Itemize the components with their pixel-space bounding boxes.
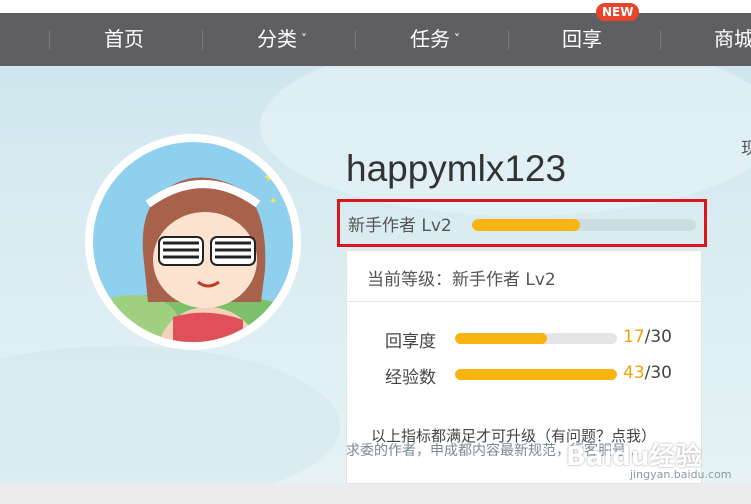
level-label: 新手作者 Lv2 <box>348 216 452 236</box>
stat-value-share: 17/30 <box>623 327 672 347</box>
stat-bar-fill <box>455 369 617 380</box>
level-highlight-box[interactable]: 新手作者 Lv2 <box>337 199 707 247</box>
nav-item-tasks[interactable]: 任务 ˅ <box>410 13 460 66</box>
chevron-down-icon: ˅ <box>454 32 460 46</box>
top-nav: 首页 分类 ˅ 任务 ˅ 回享 商城 <box>0 13 751 66</box>
nav-item-category[interactable]: 分类 ˅ <box>257 13 307 66</box>
nav-separator <box>202 30 203 50</box>
right-edge-text: 现 <box>741 139 751 159</box>
stat-total: /30 <box>644 363 672 383</box>
nav-item-mall[interactable]: 商城 <box>714 13 751 66</box>
current-level-text: 当前等级：新手作者 Lv2 <box>367 270 556 290</box>
stat-current: 17 <box>623 327 645 347</box>
level-progress-fill <box>472 219 580 231</box>
nav-item-label: 分类 <box>257 27 297 51</box>
watermark-url: jingyan.baidu.com <box>630 468 732 481</box>
svg-text:✦: ✦ <box>269 196 277 207</box>
nav-separator <box>660 30 661 50</box>
stat-bar-fill <box>455 333 547 344</box>
nav-item-label: 商城 <box>714 27 751 51</box>
stat-total: /30 <box>644 327 672 347</box>
stat-bar-exp <box>455 369 617 380</box>
nav-item-share[interactable]: 回享 <box>562 13 602 66</box>
bottom-band <box>0 484 751 504</box>
stat-bar-share <box>455 333 617 344</box>
nav-separator <box>355 30 356 50</box>
stat-label-share: 回享度 <box>385 332 436 352</box>
avatar-image: ✦ ✦ <box>93 142 293 342</box>
nav-separator <box>508 30 509 50</box>
avatar[interactable]: ✦ ✦ <box>85 134 301 350</box>
panel-divider <box>347 301 701 302</box>
svg-text:✦: ✦ <box>263 170 275 186</box>
new-badge: NEW <box>596 3 640 21</box>
nav-item-home[interactable]: 首页 <box>104 13 144 66</box>
stat-label-exp: 经验数 <box>385 368 436 388</box>
nav-item-label: 任务 <box>410 27 450 51</box>
profile-hero: ✦ ✦ happymlx123 新手作者 Lv2 当前等级：新手作者 Lv2 回… <box>0 66 751 484</box>
username: happymlx123 <box>346 148 567 189</box>
stat-value-exp: 43/30 <box>623 363 672 383</box>
nav-item-label: 回享 <box>562 27 602 51</box>
level-progress-bar <box>472 219 696 231</box>
stat-current: 43 <box>623 363 645 383</box>
nav-item-label: 首页 <box>104 27 144 51</box>
chevron-down-icon: ˅ <box>301 32 307 46</box>
nav-separator <box>49 30 50 50</box>
